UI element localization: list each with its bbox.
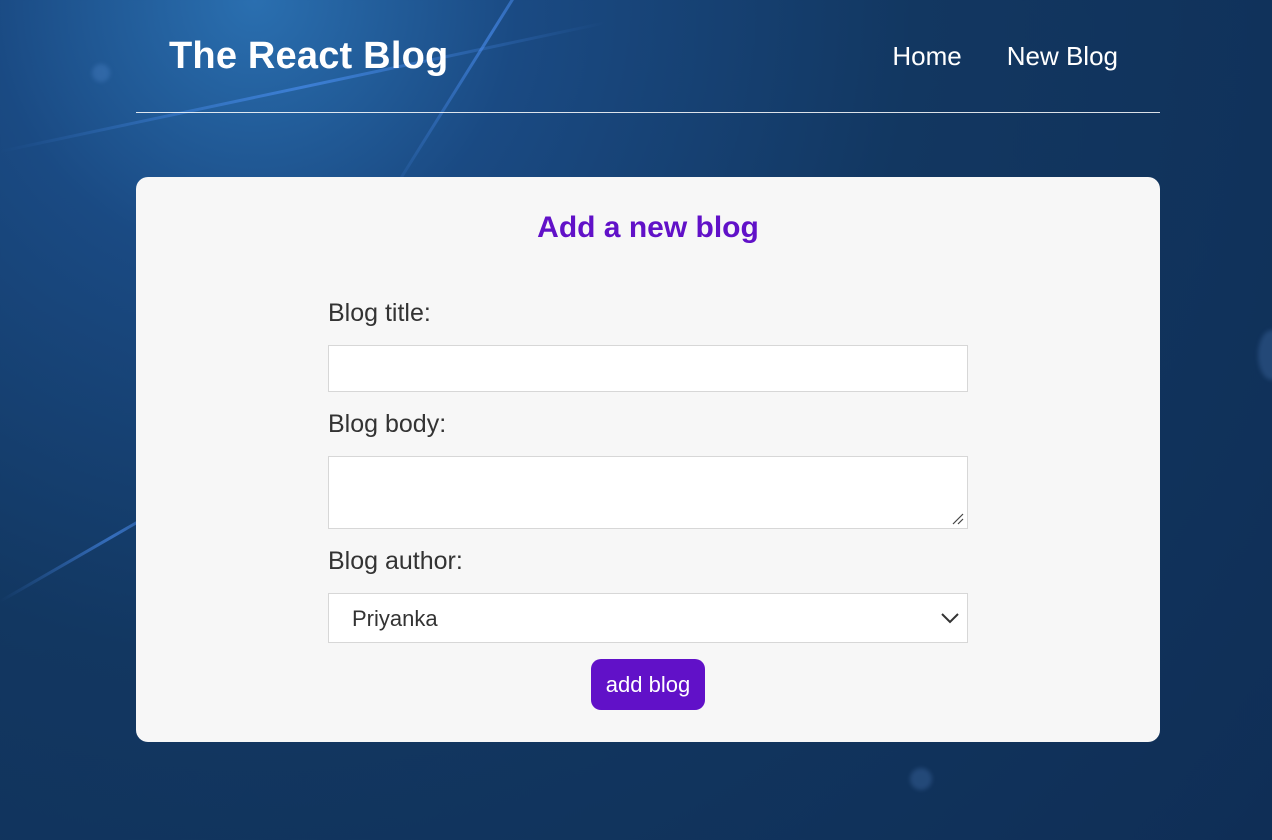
blog-author-label: Blog author: <box>328 547 463 575</box>
nav-links: Home New Blog <box>892 38 1118 74</box>
selected-author: Priyanka <box>352 606 438 631</box>
blog-title-label: Blog title: <box>328 299 431 327</box>
site-brand[interactable]: The React Blog <box>169 32 448 80</box>
resize-grip-icon[interactable] <box>952 513 964 525</box>
blog-body-label: Blog body: <box>328 410 447 438</box>
blog-author-select[interactable]: Priyanka <box>328 593 968 643</box>
nav-link-new-blog[interactable]: New Blog <box>1007 38 1118 74</box>
background-glow <box>910 768 932 790</box>
nav-link-home[interactable]: Home <box>892 38 961 74</box>
add-blog-button[interactable]: add blog <box>591 659 705 710</box>
page-title: Add a new blog <box>537 211 759 244</box>
background-glow <box>92 64 110 82</box>
create-blog-card: Add a new blog Blog title: Blog body: Bl… <box>136 177 1160 742</box>
blog-title-input[interactable] <box>328 345 968 392</box>
chevron-down-icon <box>941 613 959 624</box>
background-glow <box>1258 330 1272 380</box>
blog-body-textarea[interactable] <box>328 456 968 529</box>
navbar: The React Blog Home New Blog <box>136 0 1160 113</box>
